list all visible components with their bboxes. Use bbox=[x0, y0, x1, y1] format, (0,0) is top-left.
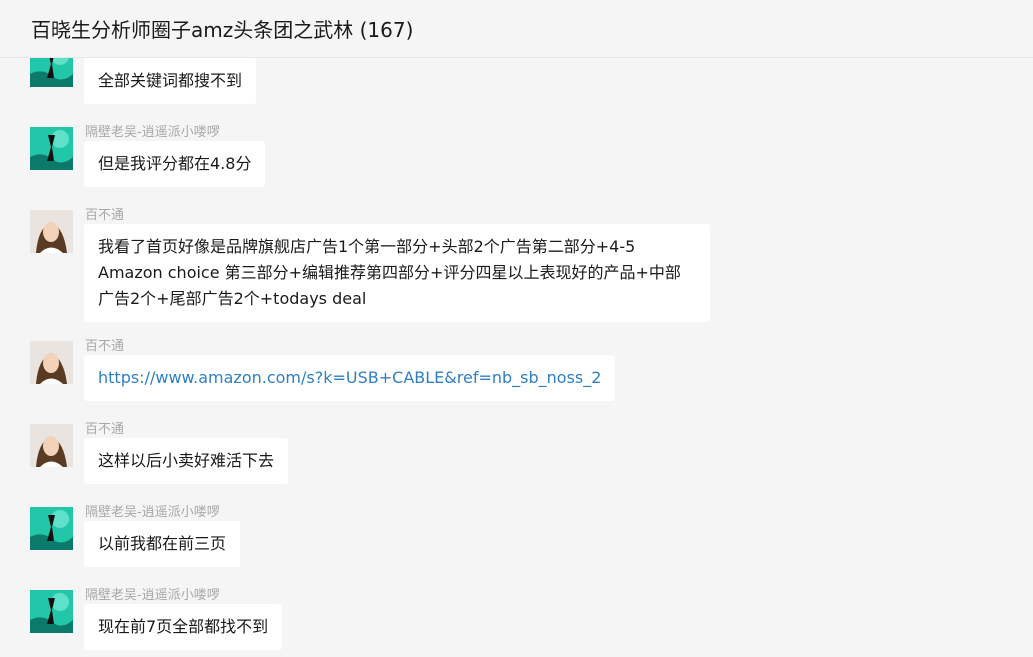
message-link[interactable]: https://www.amazon.com/s?k=USB+CABLE&ref… bbox=[84, 355, 616, 401]
avatar[interactable] bbox=[30, 127, 73, 170]
avatar-teal-icon bbox=[30, 507, 73, 550]
avatar[interactable] bbox=[30, 341, 73, 384]
sender-name[interactable]: 百不通 bbox=[85, 418, 124, 437]
chat-header: 百晓生分析师圈子amz头条团之武林 (167) bbox=[0, 0, 1033, 58]
message-bubble[interactable]: 这样以后小卖好难活下去 bbox=[84, 438, 289, 484]
avatar[interactable] bbox=[30, 590, 73, 633]
sender-name[interactable]: 百不通 bbox=[85, 204, 124, 223]
avatar[interactable] bbox=[30, 58, 73, 87]
message-list[interactable]: 全部关键词都搜不到 隔壁老吴-逍遥派小喽啰 但是我评分都在4.8分 百不通 我看… bbox=[0, 58, 1033, 657]
avatar[interactable] bbox=[30, 507, 73, 550]
avatar[interactable] bbox=[30, 424, 73, 467]
chat-title: 百晓生分析师圈子amz头条团之武林 (167) bbox=[31, 18, 414, 42]
message-bubble[interactable]: 现在前7页全部都找不到 bbox=[84, 604, 283, 650]
sender-name[interactable]: 隔壁老吴-逍遥派小喽啰 bbox=[85, 121, 220, 140]
avatar-portrait-icon bbox=[30, 341, 73, 384]
message-bubble[interactable]: 以前我都在前三页 bbox=[84, 521, 241, 567]
message-bubble[interactable]: 但是我评分都在4.8分 bbox=[84, 141, 266, 187]
sender-name[interactable]: 百不通 bbox=[85, 335, 124, 354]
avatar-teal-icon bbox=[30, 127, 73, 170]
message-bubble[interactable]: 全部关键词都搜不到 bbox=[84, 58, 257, 104]
sender-name[interactable]: 隔壁老吴-逍遥派小喽啰 bbox=[85, 501, 220, 520]
avatar[interactable] bbox=[30, 210, 73, 253]
avatar-portrait-icon bbox=[30, 210, 73, 253]
sender-name[interactable]: 隔壁老吴-逍遥派小喽啰 bbox=[85, 584, 220, 603]
avatar-portrait-icon bbox=[30, 424, 73, 467]
avatar-teal-icon bbox=[30, 590, 73, 633]
message-bubble[interactable]: 我看了首页好像是品牌旗舰店广告1个第一部分+头部2个广告第二部分+4-5 Ama… bbox=[84, 224, 710, 322]
avatar-teal-icon bbox=[30, 58, 73, 87]
